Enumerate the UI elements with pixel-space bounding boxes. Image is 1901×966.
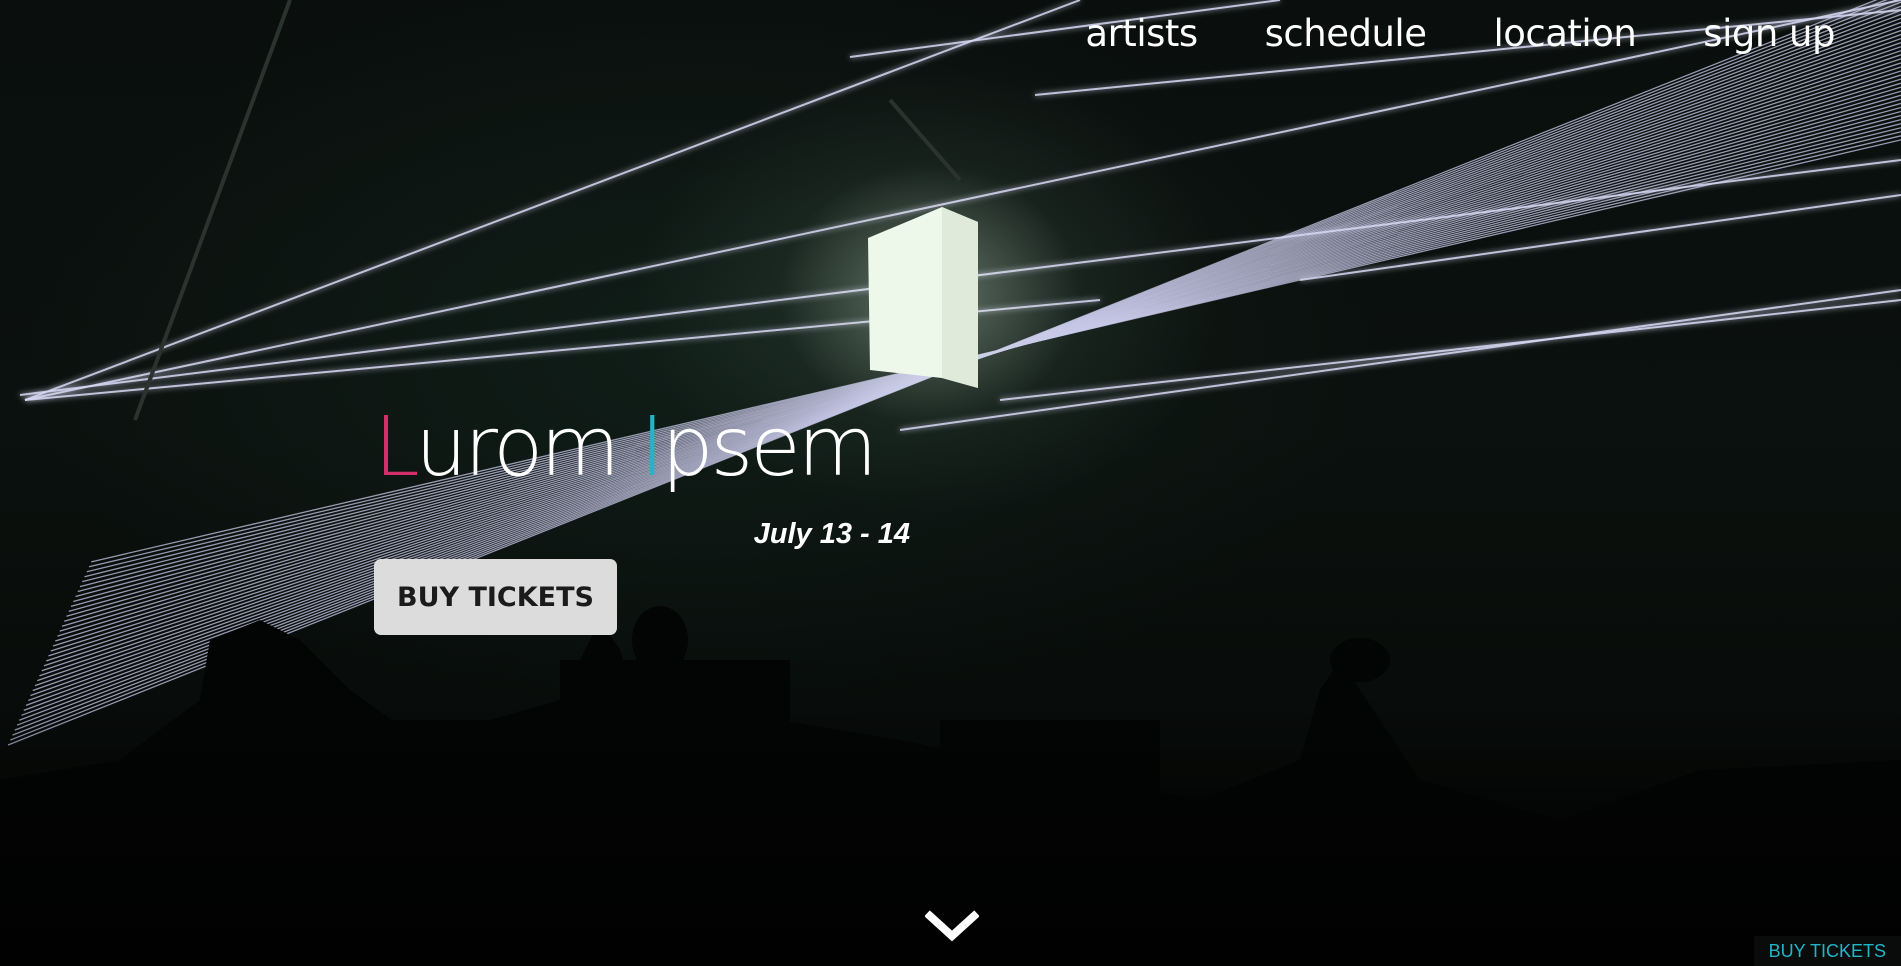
nav-item-artists[interactable]: artists [1085, 6, 1198, 61]
title-word-two-rest: psem [661, 400, 877, 495]
nav-item-schedule[interactable]: schedule [1265, 6, 1427, 61]
concert-laser-background [0, 0, 1901, 966]
event-title: Lurom Ipsem [374, 400, 914, 496]
event-date: July 13 - 14 [753, 518, 910, 550]
nav-item-sign-up[interactable]: sign up [1703, 6, 1835, 61]
hero-content: Lurom Ipsem July 13 - 14 BUY TICKETS [374, 400, 914, 635]
chevron-down-icon[interactable] [924, 908, 980, 944]
buy-tickets-button[interactable]: BUY TICKETS [374, 559, 617, 635]
hero-section: artists schedule location sign up Lurom … [0, 0, 1901, 966]
title-word-one-rest: urom [415, 400, 641, 495]
floating-buy-tickets-link[interactable]: BUY TICKETS [1753, 936, 1901, 966]
title-accent-letter-i: I [640, 400, 664, 495]
nav-item-location[interactable]: location [1493, 6, 1636, 61]
main-nav: artists schedule location sign up [1018, 6, 1835, 61]
title-accent-letter-l: L [374, 400, 418, 495]
